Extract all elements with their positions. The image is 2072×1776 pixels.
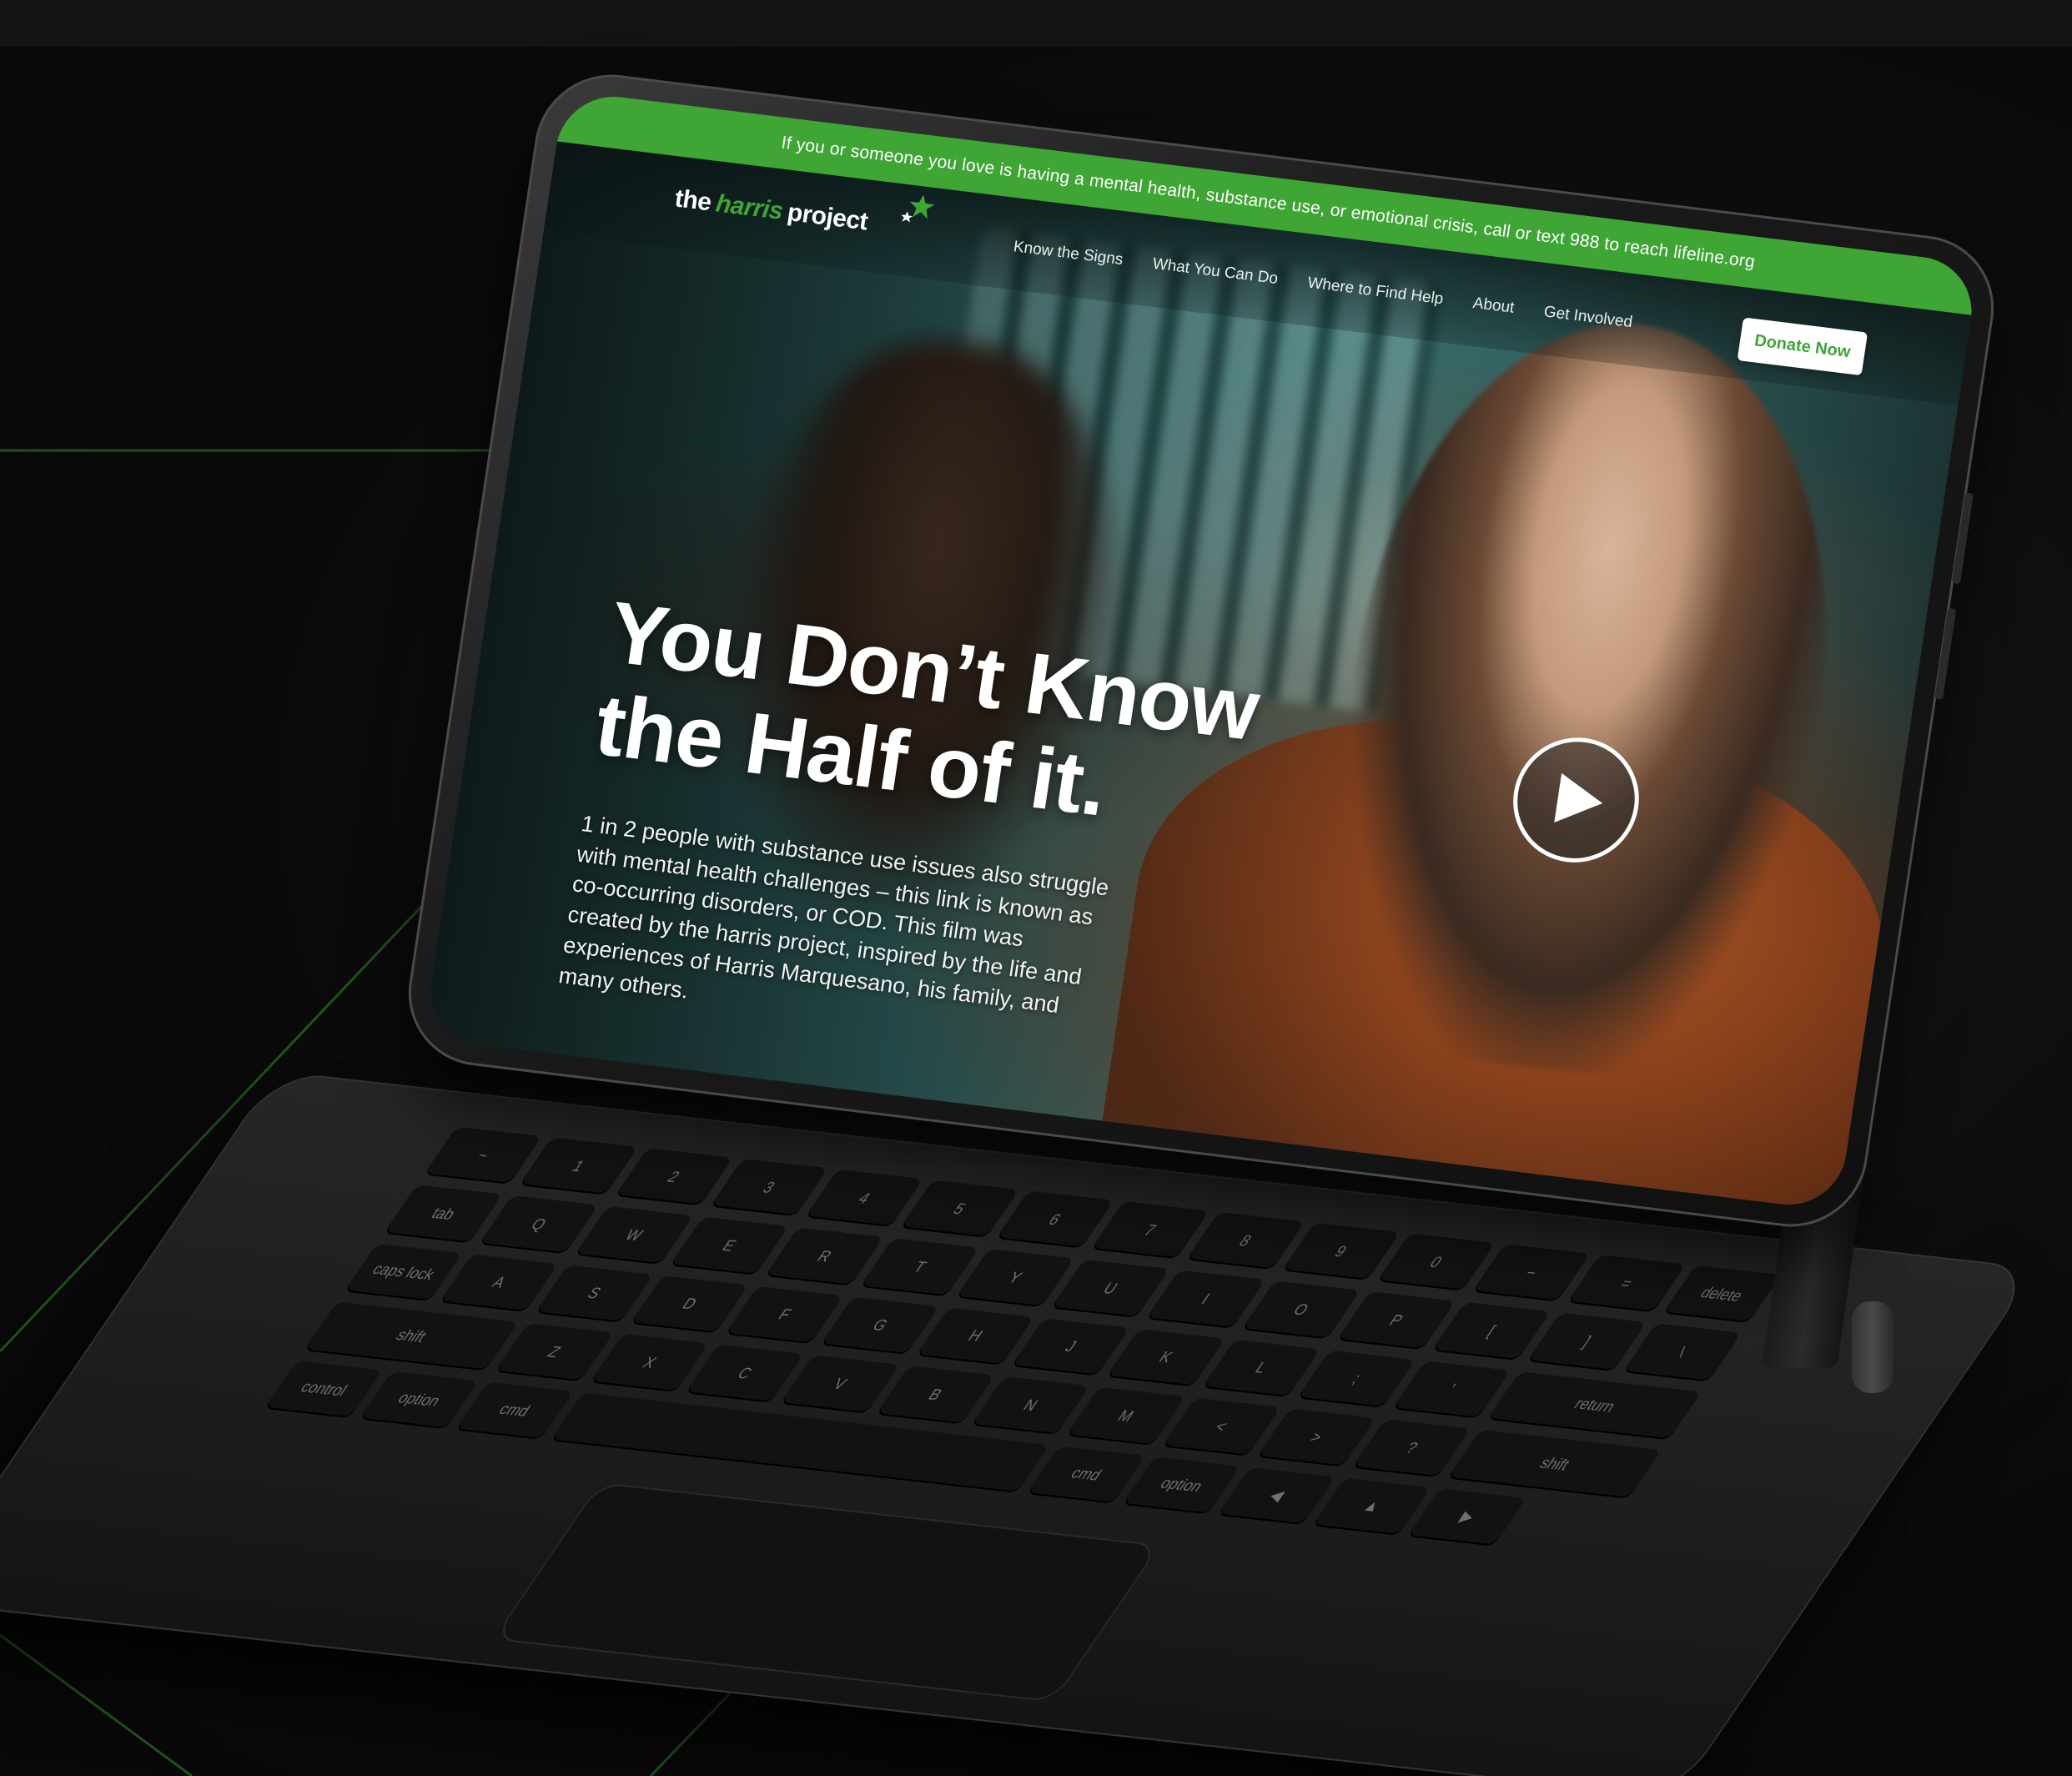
nav-where-to-find-help[interactable]: Where to Find Help [1306,274,1445,309]
key-return[interactable]: return [1486,1371,1702,1441]
keyboard-hinge [1852,1301,1893,1393]
logo-text-the: the [672,184,713,217]
key-arrow-right[interactable]: ▶ [1407,1488,1527,1547]
nav-about[interactable]: About [1471,294,1515,318]
logo-text-project: project [785,198,870,236]
key-shift-right[interactable]: shift [1447,1430,1662,1499]
key-shift-left[interactable]: shift [304,1301,519,1371]
key-space[interactable] [550,1391,1050,1493]
nav-know-the-signs[interactable]: Know the Signs [1012,238,1124,269]
tablet-device: You Don’t Know the Half of it. 1 in 2 pe… [398,66,2004,1235]
key[interactable]: \ [1622,1323,1742,1382]
logo-star-icon [901,194,935,223]
donate-now-button[interactable]: Donate Now [1737,317,1868,376]
trackpad[interactable] [492,1482,1161,1703]
deco-line-diagonal-2 [0,1633,193,1776]
key-delete[interactable]: delete [1662,1265,1782,1324]
nav-get-involved[interactable]: Get Involved [1542,303,1633,332]
tablet-screen: You Don’t Know the Half of it. 1 in 2 pe… [423,90,1979,1211]
nav-what-you-can-do[interactable]: What You Can Do [1151,255,1279,289]
site-logo[interactable]: theharrisproject [672,184,935,236]
play-icon [1554,772,1603,823]
logo-text-harris: harris [713,189,785,225]
showcase-stage: ~ 1 2 3 4 5 6 7 8 9 0 − = delete tab Q W… [0,0,2072,1776]
